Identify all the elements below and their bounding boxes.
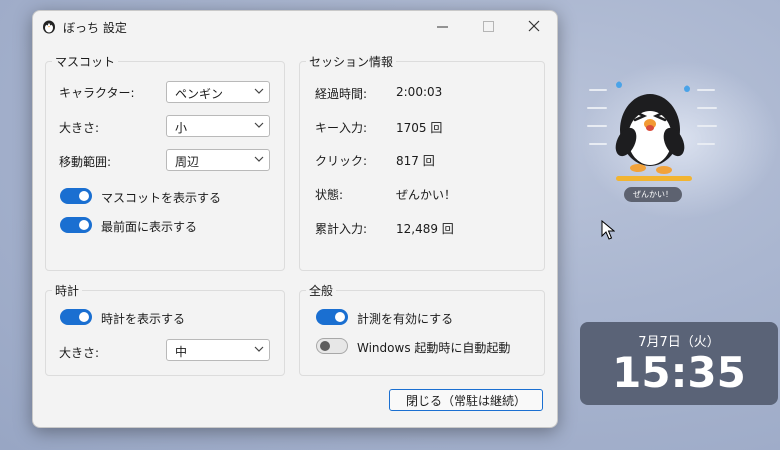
toggle-knob	[79, 312, 89, 322]
move-range-select[interactable]: 周辺	[166, 149, 270, 171]
general-group-title: 全般	[306, 282, 337, 299]
show-mascot-toggle[interactable]	[60, 188, 92, 204]
penguin-mascot[interactable]	[586, 78, 720, 190]
maximize-icon	[482, 20, 494, 32]
show-clock-toggle[interactable]	[60, 309, 92, 325]
minimize-icon	[436, 26, 448, 27]
general-group: 全般 計測を有効にする Windows 起動時に自動起動	[299, 282, 545, 376]
toggle-knob	[335, 312, 345, 322]
mascot-size-select[interactable]: 小	[166, 115, 270, 137]
clock-size-label: 大きさ:	[59, 346, 100, 360]
maximize-button[interactable]	[465, 11, 511, 41]
mouse-cursor-icon	[601, 220, 615, 240]
elapsed-time-label: 経過時間:	[315, 87, 368, 101]
sweat-drop-icon	[616, 81, 622, 88]
toggle-knob	[79, 191, 89, 201]
total-input-label: 累計入力:	[315, 222, 368, 236]
close-icon	[528, 20, 540, 32]
show-mascot-label: マスコットを表示する	[101, 191, 222, 205]
character-select-value: ペンギン	[175, 87, 224, 101]
always-on-top-label: 最前面に表示する	[101, 220, 198, 234]
chevron-down-icon	[254, 88, 264, 94]
close-window-button[interactable]	[511, 11, 557, 41]
energy-bar-fill	[616, 176, 692, 181]
click-value: 817 回	[396, 154, 435, 168]
autostart-toggle[interactable]	[316, 338, 348, 354]
state-label: 状態:	[315, 188, 344, 202]
click-label: クリック:	[315, 154, 368, 168]
clock-time: 15:35	[612, 348, 746, 397]
move-range-label: 移動範囲:	[59, 155, 112, 169]
elapsed-time-value: 2:00:03	[396, 85, 443, 99]
clock-group-title: 時計	[52, 282, 83, 299]
autostart-label: Windows 起動時に自動起動	[357, 341, 511, 355]
session-group-title: セッション情報	[306, 53, 397, 70]
chevron-down-icon	[254, 122, 264, 128]
minimize-button[interactable]	[419, 11, 465, 41]
session-group: セッション情報 経過時間: 2:00:03 キー入力: 1705 回 クリック:…	[299, 53, 545, 271]
move-range-select-value: 周辺	[175, 155, 200, 169]
sweat-drop-icon	[684, 85, 690, 92]
mascot-group-title: マスコット	[52, 53, 119, 70]
mascot-size-label: 大きさ:	[59, 121, 100, 135]
enable-measure-label: 計測を有効にする	[357, 312, 454, 326]
always-on-top-toggle[interactable]	[60, 217, 92, 233]
enable-measure-toggle[interactable]	[316, 309, 348, 325]
penguin-body-icon	[615, 94, 685, 174]
show-clock-label: 時計を表示する	[101, 312, 186, 326]
state-value: ぜんかい！	[396, 188, 457, 202]
character-label: キャラクター:	[59, 86, 135, 100]
clock-group: 時計 時計を表示する 大きさ: 中	[45, 282, 285, 376]
toggle-knob	[79, 220, 89, 230]
total-input-value: 12,489 回	[396, 222, 454, 236]
chevron-down-icon	[254, 346, 264, 352]
chevron-down-icon	[254, 156, 264, 162]
penguin-app-icon	[43, 20, 55, 34]
close-button[interactable]: 閉じる（常駐は継続）	[389, 389, 543, 411]
character-select[interactable]: ペンギン	[166, 81, 270, 103]
clock-size-select-value: 中	[175, 345, 188, 359]
title-bar[interactable]: ぼっち 設定	[33, 11, 557, 41]
mascot-status-badge: ぜんかい！	[624, 187, 682, 202]
mascot-group: マスコット キャラクター: ペンギン 大きさ: 小 移動範囲: 周辺 マスコット…	[45, 53, 285, 271]
key-input-label: キー入力:	[315, 121, 368, 135]
clock-size-select[interactable]: 中	[166, 339, 270, 361]
settings-window: ぼっち 設定 マスコット キャラクター: ペンギン 大きさ: 小 移動範囲: 周…	[32, 10, 558, 428]
key-input-value: 1705 回	[396, 121, 443, 135]
window-title: ぼっち 設定	[63, 21, 127, 35]
mascot-size-select-value: 小	[175, 121, 188, 135]
clock-widget[interactable]: 7月7日（火） 15:35	[580, 322, 778, 405]
energy-bar	[616, 176, 692, 181]
toggle-knob	[320, 341, 330, 351]
